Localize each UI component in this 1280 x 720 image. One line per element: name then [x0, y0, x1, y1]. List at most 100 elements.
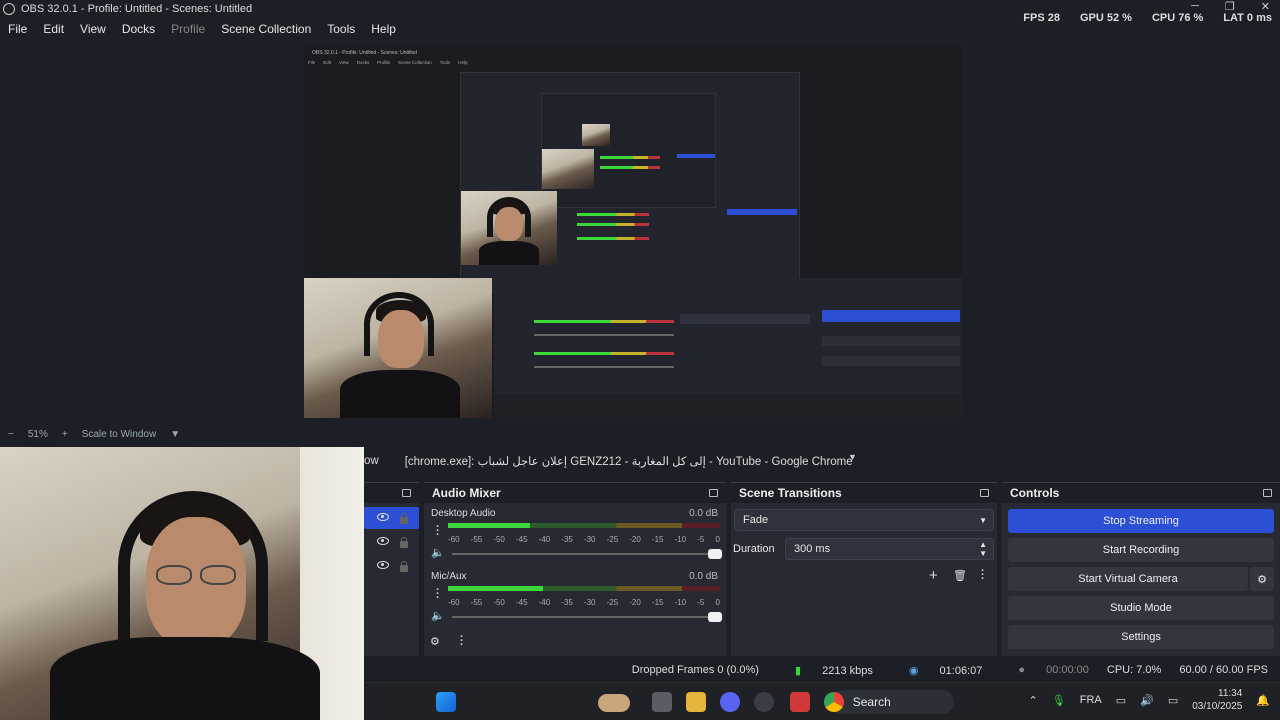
kebab-menu-icon[interactable]: · · · — [981, 566, 985, 585]
windows-taskbar: ⌕Search ⌃ 🎙 FRA ▭ 🔊 ▭ 11:34 03/10/2025 🔔 — [364, 682, 1280, 720]
nested-meter — [577, 213, 649, 216]
chevron-down-icon[interactable]: ▼ — [170, 429, 180, 440]
zoom-level: 51% — [27, 428, 48, 440]
window-controls: ─ ❐ ✕ — [1191, 0, 1270, 13]
menu-view[interactable]: View — [72, 20, 114, 38]
float-dock-icon[interactable] — [402, 489, 411, 497]
bitrate-value: 2213 kbps — [822, 664, 873, 677]
nested-obs-window-inner — [541, 93, 716, 208]
kebab-menu-icon[interactable]: · · · — [436, 522, 440, 541]
stream-time-value: 01:06:07 — [939, 664, 983, 677]
add-icon[interactable]: + — [929, 567, 938, 584]
preview-canvas[interactable]: OBS 32.0.1 - Profile: Untitled - Scenes:… — [304, 46, 962, 418]
sources-dock — [364, 482, 419, 656]
kebab-menu-icon[interactable]: · · · — [436, 585, 440, 604]
chrome-icon[interactable] — [824, 692, 844, 712]
nested-webcam — [461, 191, 557, 265]
channel-name: Desktop Audio — [431, 508, 496, 519]
nested-menu-item: Scene Collection — [398, 60, 432, 65]
chevron-down-icon[interactable]: ▼ — [848, 452, 857, 462]
volume-slider[interactable] — [452, 612, 722, 622]
game-app-icon[interactable] — [790, 692, 810, 712]
stream-time: ◉ 01:06:07 — [891, 664, 983, 677]
lock-icon[interactable] — [400, 537, 408, 548]
nested-meter — [577, 237, 649, 240]
nested-menu-item: Edit — [323, 60, 332, 65]
fps-value: 60.00 / 60.00 FPS — [1179, 664, 1268, 676]
chevron-up-icon[interactable]: ⌃ — [1029, 694, 1038, 707]
channel-db: 0.0 dB — [689, 571, 718, 582]
visibility-eye-icon[interactable] — [377, 561, 389, 569]
audio-mixer-dock: Audio Mixer Desktop Audio 0.0 dB · · · -60… — [424, 482, 726, 656]
file-explorer-icon[interactable] — [686, 692, 706, 712]
menu-docks[interactable]: Docks — [114, 20, 163, 38]
obs-logo-icon — [3, 3, 15, 15]
minimize-icon[interactable]: ─ — [1191, 0, 1199, 13]
menu-scene-collection[interactable]: Scene Collection — [213, 20, 319, 38]
dropped-frames: Dropped Frames 0 (0.0%) — [631, 664, 759, 676]
menu-edit[interactable]: Edit — [35, 20, 72, 38]
menu-file[interactable]: File — [0, 20, 35, 38]
lock-icon[interactable] — [400, 513, 408, 524]
speaker-icon[interactable]: 🔈 — [431, 546, 445, 559]
nested-meter — [600, 156, 660, 159]
zoom-in-icon[interactable]: + — [62, 429, 68, 440]
settings-button[interactable]: Settings — [1008, 625, 1274, 649]
signal-bars-icon: ▮ — [794, 664, 802, 677]
visibility-eye-icon[interactable] — [377, 537, 389, 545]
system-tray: ⌃ 🎙 FRA ▭ 🔊 ▭ 11:34 03/10/2025 🔔 — [1029, 687, 1270, 713]
search-highlight-icon[interactable] — [598, 694, 630, 712]
lock-icon[interactable] — [400, 561, 408, 572]
menu-profile[interactable]: Profile — [163, 20, 213, 38]
trash-icon[interactable]: 🗑 — [953, 569, 967, 582]
volume-meter — [448, 586, 720, 591]
discord-icon[interactable] — [720, 692, 740, 712]
taskbar-search[interactable]: ⌕Search — [830, 690, 954, 714]
scale-select[interactable]: Scale to Window — [82, 429, 156, 440]
nested-meter — [600, 166, 660, 169]
clock[interactable]: 11:34 03/10/2025 — [1192, 687, 1242, 713]
duration-spinbox[interactable]: 300 ms ▲ ▼ — [785, 538, 994, 560]
menu-help[interactable]: Help — [363, 20, 404, 38]
speaker-icon[interactable]: 🔈 — [431, 609, 445, 622]
start-virtual-camera-button[interactable]: Start Virtual Camera — [1008, 567, 1248, 591]
dock-title: Audio Mixer — [432, 486, 501, 500]
menu-tools[interactable]: Tools — [319, 20, 363, 38]
float-dock-icon[interactable] — [709, 489, 718, 497]
start-recording-button[interactable]: Start Recording — [1008, 538, 1274, 562]
float-dock-icon[interactable] — [980, 489, 989, 497]
nested-menu-item: Profile — [377, 60, 390, 65]
transition-select[interactable]: Fade ▼ — [734, 509, 994, 531]
notification-bell-icon[interactable]: 🔔 — [1256, 694, 1270, 707]
language-indicator[interactable]: FRA — [1080, 694, 1102, 706]
nested-meter — [534, 320, 674, 323]
microphone-icon[interactable]: 🎙 — [1052, 694, 1066, 707]
maximize-icon[interactable]: ❐ — [1225, 0, 1235, 13]
volume-icon[interactable]: 🔊 — [1140, 694, 1154, 707]
search-label: Search — [852, 695, 891, 709]
kebab-menu-icon[interactable]: · · · — [460, 632, 464, 651]
volume-slider[interactable] — [452, 549, 722, 559]
obs-taskbar-icon[interactable] — [754, 692, 774, 712]
source-row-selected[interactable] — [364, 507, 419, 529]
stat-cpu: CPU 76 % — [1151, 12, 1204, 24]
controls-dock: Controls Stop Streaming Start Recording … — [1002, 482, 1280, 656]
record-dot-icon: ● — [1018, 664, 1026, 676]
task-view-icon[interactable] — [652, 692, 672, 712]
preview-docks-capture — [494, 278, 962, 418]
float-dock-icon[interactable] — [1263, 489, 1272, 497]
stop-streaming-button[interactable]: Stop Streaming — [1008, 509, 1274, 533]
virtual-camera-settings-gear-icon[interactable]: ⚙ — [1250, 567, 1274, 591]
advanced-audio-gear-icon[interactable]: ⚙ — [430, 635, 440, 648]
windows-start-icon[interactable] — [436, 692, 456, 712]
spinner-arrows-icon[interactable]: ▲ ▼ — [979, 540, 987, 558]
studio-mode-button[interactable]: Studio Mode — [1008, 596, 1274, 620]
zoom-out-icon[interactable]: − — [8, 429, 14, 440]
channel-db: 0.0 dB — [689, 508, 718, 519]
window-select[interactable]: [chrome.exe]: إعلان عاجل لشباب GENZ212 -… — [405, 454, 853, 468]
battery-icon[interactable]: ▭ — [1168, 694, 1178, 707]
display-icon[interactable]: ▭ — [1116, 694, 1126, 707]
close-icon[interactable]: ✕ — [1261, 0, 1270, 13]
nested-menu-bar: File Edit View Docks Profile Scene Colle… — [308, 60, 468, 65]
visibility-eye-icon[interactable] — [377, 513, 389, 521]
